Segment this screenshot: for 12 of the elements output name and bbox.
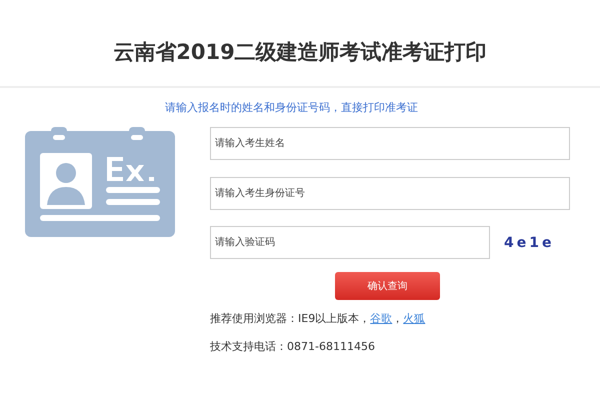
input-field[interactable]: 请输入考生身份证号 — [210, 177, 570, 210]
page-title: 云南省2019二级建造师考试准考证打印 — [113, 39, 487, 66]
browser-link[interactable]: 火狐 — [403, 312, 426, 325]
input-field[interactable]: 请输入考生姓名 — [210, 127, 570, 160]
captcha-code[interactable]: 4e1e — [504, 234, 554, 250]
browser-note: 推荐使用浏览器：IE9以上版本，谷歌，火狐 — [210, 311, 426, 326]
captcha-field[interactable]: 请输入验证码 — [210, 226, 490, 259]
submit-button[interactable]: 确认查询 — [335, 272, 440, 300]
id-card-icon — [25, 127, 175, 237]
browser-link[interactable]: 谷歌 — [370, 312, 392, 325]
instruction-text: 请输入报名时的姓名和身份证号码，直接打印准考证 — [165, 100, 419, 115]
support-phone: 技术支持电话：0871-68111456 — [210, 339, 376, 354]
